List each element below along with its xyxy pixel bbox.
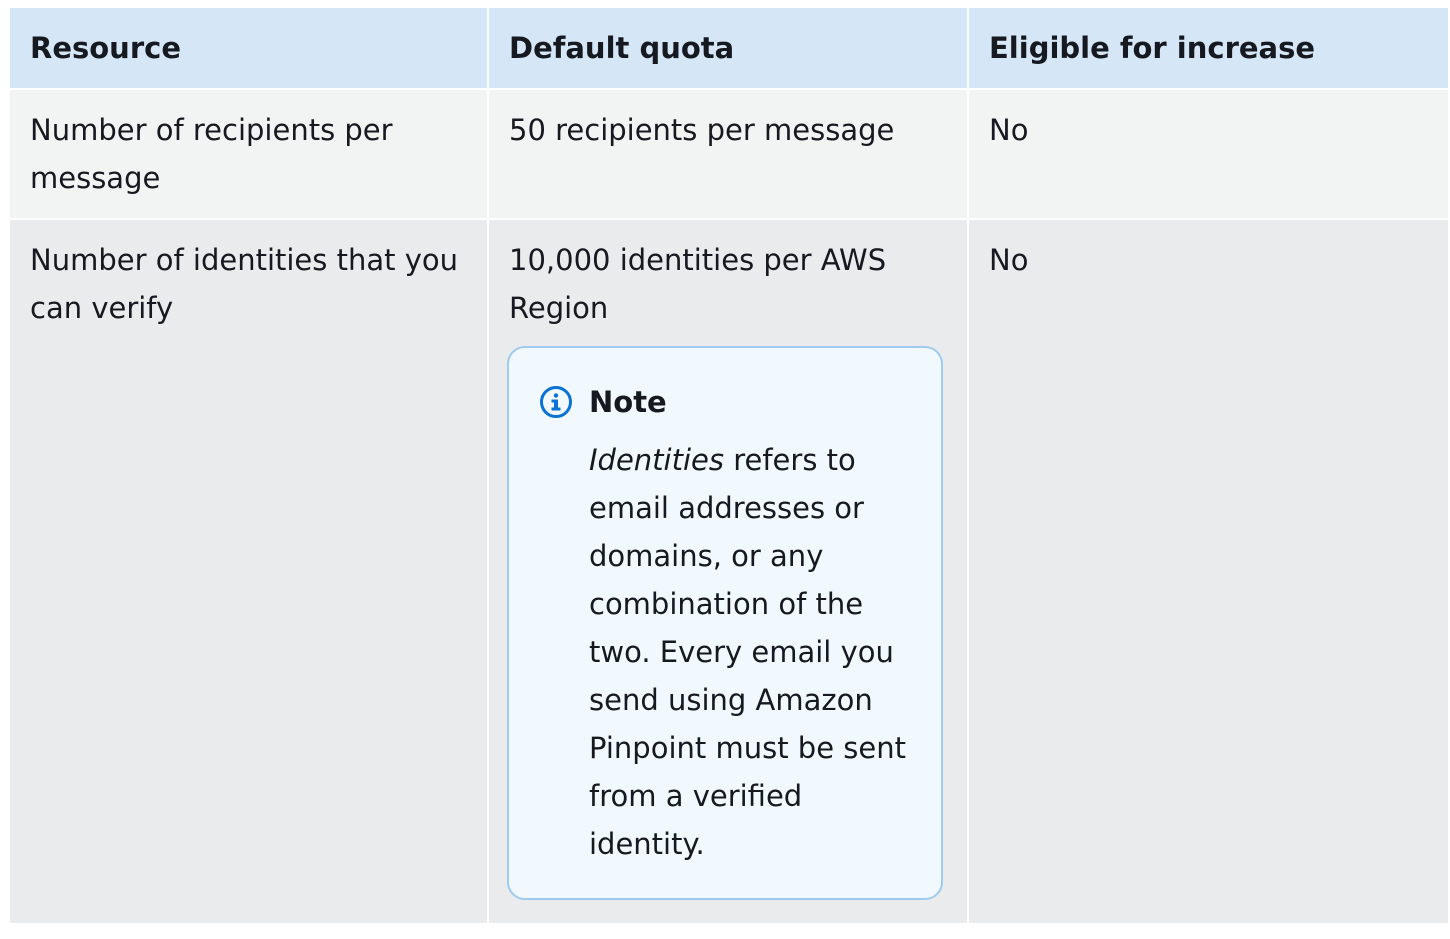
header-resource: Resource xyxy=(10,8,489,89)
cell-quota-with-note: 10,000 identities per AWS Region Note Id… xyxy=(488,218,969,923)
cell-resource: Number of identities that you can verify xyxy=(10,218,489,923)
table-body: Number of recipients per message 50 reci… xyxy=(10,88,1448,923)
note-text: refers to email addresses or domains, or… xyxy=(589,443,906,861)
cell-quota-text: 10,000 identities per AWS Region xyxy=(509,243,887,325)
note-title: Note xyxy=(589,385,667,419)
table-header: Resource Default quota Eligible for incr… xyxy=(10,8,1448,89)
table-row: Number of identities that you can verify… xyxy=(10,218,1448,923)
info-icon xyxy=(540,386,572,418)
note-body: Identities refers to email addresses or … xyxy=(589,436,911,868)
cell-eligible: No xyxy=(968,88,1448,219)
cell-quota: 50 recipients per message xyxy=(488,88,969,219)
cell-resource: Number of recipients per message xyxy=(10,88,489,219)
header-eligible-for-increase: Eligible for increase xyxy=(968,8,1448,89)
table-header-row: Resource Default quota Eligible for incr… xyxy=(10,8,1448,89)
header-default-quota: Default quota xyxy=(488,8,969,89)
note-header: Note xyxy=(539,378,911,426)
quotas-table: Resource Default quota Eligible for incr… xyxy=(10,8,1448,923)
cell-eligible: No xyxy=(968,218,1448,923)
note-term: Identities xyxy=(589,443,724,477)
note-callout: Note Identities refers to email addresse… xyxy=(507,346,943,900)
table-row: Number of recipients per message 50 reci… xyxy=(10,88,1448,219)
